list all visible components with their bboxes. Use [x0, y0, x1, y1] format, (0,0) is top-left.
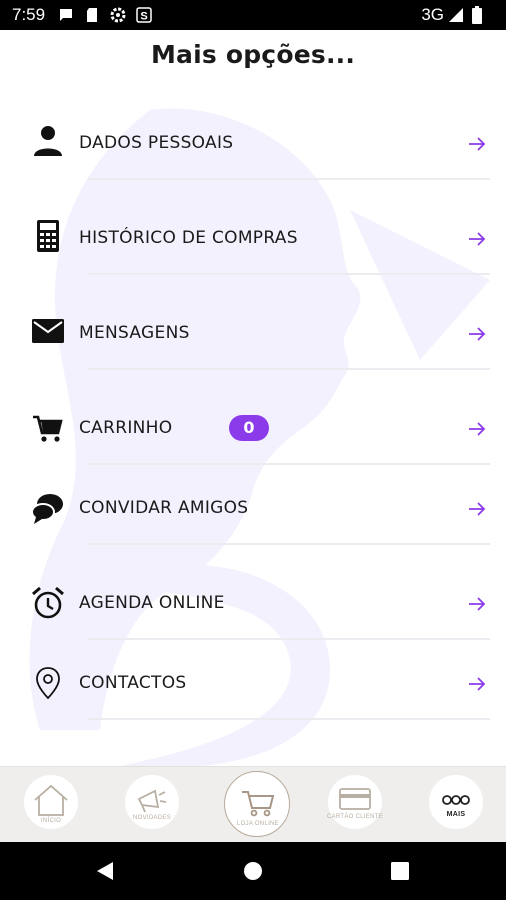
arrow-right-icon	[469, 327, 486, 341]
tab-loja-online[interactable]: LOJA ONLINE	[224, 771, 290, 837]
menu-item-label: CARRINHO	[79, 418, 173, 438]
tab-label: INÍCIO	[40, 818, 62, 824]
arrow-right-icon	[469, 232, 486, 246]
divider	[88, 543, 490, 545]
menu-item-convidar-amigos[interactable]: CONVIDAR AMIGOS	[0, 468, 506, 548]
menu-item-historico-compras[interactable]: HISTÓRICO DE COMPRAS	[0, 198, 506, 278]
divider	[88, 638, 490, 640]
menu-item-dados-pessoais[interactable]: DADOS PESSOAIS	[0, 103, 506, 183]
divider	[88, 718, 490, 720]
arrow-right-icon	[469, 137, 486, 151]
divider	[88, 178, 490, 180]
battery-icon	[472, 6, 482, 29]
tab-label: MAIS	[446, 811, 466, 818]
divider	[88, 368, 490, 370]
sd-card-icon	[84, 7, 100, 23]
signal-icon	[448, 7, 464, 28]
system-nav-bar	[0, 842, 506, 900]
page-title: Mais opções...	[150, 40, 356, 69]
more-icon	[442, 795, 470, 805]
menu-item-label: AGENDA ONLINE	[79, 593, 225, 613]
arrow-right-icon	[469, 502, 486, 516]
menu-item-label: CONVIDAR AMIGOS	[79, 498, 249, 518]
tab-label: CARTÃO CLIENTE	[326, 814, 384, 820]
menu-item-label: MENSAGENS	[79, 323, 190, 343]
settings-icon	[110, 7, 126, 23]
location-pin-icon	[30, 665, 66, 701]
bottom-tab-bar: INÍCIO NOVIDADES LOJA ONLINE CARTÃO CLIE…	[0, 766, 506, 842]
network-type: 3G	[421, 5, 444, 24]
tab-inicio[interactable]: INÍCIO	[24, 775, 78, 829]
tab-mais[interactable]: MAIS	[429, 775, 483, 829]
tab-cartao-cliente[interactable]: CARTÃO CLIENTE	[327, 775, 383, 829]
menu-item-contactos[interactable]: CONTACTOS	[0, 643, 506, 723]
message-icon	[58, 7, 74, 23]
back-icon[interactable]	[93, 859, 117, 883]
menu-item-label: HISTÓRICO DE COMPRAS	[79, 228, 298, 248]
cart-icon	[242, 791, 275, 817]
divider	[88, 273, 490, 275]
arrow-right-icon	[469, 597, 486, 611]
menu-item-label: DADOS PESSOAIS	[79, 133, 234, 153]
arrow-right-icon	[469, 422, 486, 436]
calculator-icon	[30, 218, 66, 254]
svg-text:S: S	[140, 11, 147, 23]
alarm-clock-icon	[30, 585, 66, 621]
cart-count-badge: 0	[229, 415, 269, 441]
person-icon	[30, 123, 66, 159]
menu-item-carrinho[interactable]: CARRINHO 0	[0, 388, 506, 468]
menu-item-agenda-online[interactable]: AGENDA ONLINE	[0, 563, 506, 643]
status-time: 7:59	[12, 5, 46, 24]
tab-label: NOVIDADES	[132, 815, 172, 821]
recents-icon[interactable]	[388, 859, 412, 883]
cart-icon	[30, 410, 66, 446]
menu-item-mensagens[interactable]: MENSAGENS	[0, 293, 506, 373]
status-bar: 7:59 S 3G	[0, 0, 506, 30]
tab-novidades[interactable]: NOVIDADES	[125, 775, 179, 829]
menu-item-label: CONTACTOS	[79, 673, 187, 693]
s-app-icon: S	[136, 7, 152, 23]
arrow-right-icon	[469, 677, 486, 691]
chat-bubbles-icon	[30, 490, 66, 526]
mail-icon	[30, 313, 66, 349]
tab-label: LOJA ONLINE	[237, 821, 279, 827]
home-button-icon[interactable]	[241, 859, 265, 883]
divider	[88, 463, 490, 465]
